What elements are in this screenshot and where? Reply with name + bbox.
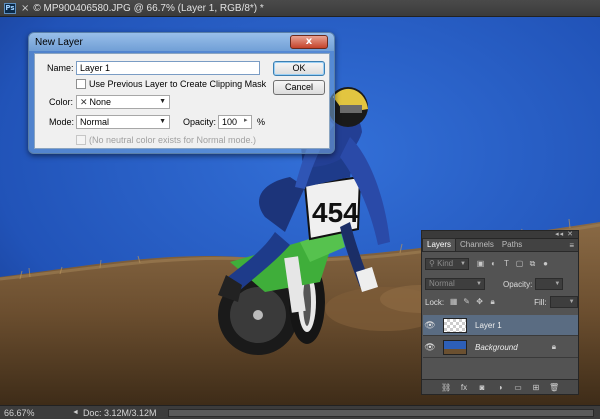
neutral-color-label: (No neutral color exists for Normal mode…	[89, 135, 257, 145]
chevron-down-icon: ▼	[460, 261, 466, 267]
bib-number: 454	[312, 197, 359, 228]
opacity-field[interactable]: ▼	[535, 278, 564, 290]
no-color-swatch-icon: ✕	[80, 97, 88, 107]
blend-row: Normal ▼ Opacity: ▼	[425, 277, 564, 291]
chevron-down-icon: ▼	[159, 98, 166, 105]
photoshop-logo-icon: Ps	[4, 2, 16, 14]
layers-panel: ◂◂ ✕ Layers Channels Paths ≡ ⚲ Kind ▼ ▣ …	[421, 230, 579, 395]
dialog-title: New Layer	[35, 36, 83, 48]
layer-name: Layer 1	[475, 320, 502, 330]
name-label: Name:	[47, 63, 74, 73]
opacity-label: Opacity:	[183, 117, 217, 127]
panel-tabs: Layers Channels Paths ≡	[422, 238, 578, 252]
new-group-icon[interactable]: ▭	[513, 383, 523, 392]
delete-layer-icon[interactable]: 🗑︎	[549, 383, 559, 392]
clipping-mask-label: Use Previous Layer to Create Clipping Ma…	[89, 79, 267, 89]
chevron-down-icon: ▼	[554, 281, 561, 287]
mode-select-value: Normal	[80, 117, 110, 127]
layer-lock-icon: 🔒︎	[551, 342, 556, 351]
filter-search-icon: ⚲	[429, 259, 438, 268]
lock-all-icon[interactable]: 🔒︎	[487, 297, 498, 307]
link-layers-icon[interactable]: ⛓	[441, 383, 451, 392]
filter-adjustment-icon[interactable]: ◐	[488, 259, 499, 269]
document-title: © MP900406580.JPG @ 66.7% (Layer 1, RGB/…	[33, 2, 264, 14]
lock-row: Lock: ▦ ✎ ✥ 🔒︎ Fill: ▼	[425, 295, 578, 309]
document-close-icon[interactable]: ×	[21, 3, 29, 14]
mode-select[interactable]: Normal ▼	[76, 115, 170, 129]
fill-field[interactable]: ▼	[549, 296, 578, 308]
color-select-value: None	[89, 97, 112, 107]
new-layer-dialog: New Layer x Name: Layer 1 Use Previous L…	[28, 32, 335, 154]
layer-filter-row: ⚲ Kind ▼ ▣ ◐ T ▢ ⧉ ●	[425, 257, 551, 271]
filter-kind-value: Kind	[437, 259, 454, 268]
filter-toggle-icon[interactable]: ●	[540, 259, 551, 269]
mode-label: Mode:	[49, 117, 75, 127]
color-label: Color:	[49, 97, 74, 107]
filter-type-icon[interactable]: T	[501, 259, 512, 269]
layer-thumbnail	[443, 317, 467, 333]
blend-mode-select[interactable]: Normal ▼	[425, 278, 485, 290]
visibility-eye-icon[interactable]: 👁︎	[423, 320, 437, 331]
document-info[interactable]: Doc: 3.12M/3.12M	[83, 408, 157, 418]
lock-transparent-icon[interactable]: ▦	[448, 297, 459, 307]
layer-name-input[interactable]: Layer 1	[76, 61, 260, 75]
cancel-button[interactable]: Cancel	[273, 80, 325, 95]
status-menu-arrow-icon[interactable]: ◄	[72, 409, 79, 416]
opacity-unit: %	[257, 117, 266, 127]
opacity-dropdown-icon[interactable]: ▸	[244, 116, 248, 124]
chevron-down-icon: ▼	[159, 118, 166, 125]
layer-name: Background	[475, 342, 518, 352]
panel-collapse-icon[interactable]: ◂◂ ✕	[555, 230, 574, 238]
color-select[interactable]: ✕ None ▼	[76, 95, 170, 109]
photoshop-window: Ps × © MP900406580.JPG @ 66.7% (Layer 1,…	[0, 0, 600, 419]
clipping-mask-checkbox[interactable]	[76, 79, 86, 89]
layer-style-fx-icon[interactable]: fx	[459, 383, 469, 392]
layer-row-layer-1[interactable]: 👁︎ Layer 1	[423, 315, 578, 336]
tab-paths[interactable]: Paths	[498, 239, 526, 251]
lock-image-icon[interactable]: ✎	[461, 297, 472, 307]
new-layer-icon[interactable]: ⊞	[531, 383, 541, 392]
visibility-eye-icon[interactable]: 👁︎	[423, 342, 437, 353]
layer-row-background[interactable]: 👁︎ Background 🔒︎	[423, 337, 578, 358]
lock-label: Lock:	[425, 297, 445, 307]
fill-label: Fill:	[534, 297, 547, 307]
opacity-label: Opacity:	[503, 279, 533, 289]
filter-pixel-icon[interactable]: ▣	[475, 259, 486, 269]
ok-button[interactable]: OK	[273, 61, 325, 76]
tab-layers[interactable]: Layers	[422, 238, 457, 251]
status-bar: 66.67% ◄ Doc: 3.12M/3.12M	[0, 405, 600, 419]
blend-mode-value: Normal	[429, 279, 455, 288]
dialog-titlebar[interactable]: New Layer	[29, 33, 334, 51]
add-mask-icon[interactable]: ◙	[477, 383, 487, 392]
filter-kind-select[interactable]: ⚲ Kind ▼	[425, 258, 469, 270]
panel-menu-icon[interactable]: ≡	[569, 241, 574, 250]
tab-channels[interactable]: Channels	[456, 239, 498, 251]
lock-position-icon[interactable]: ✥	[474, 297, 485, 307]
horizontal-scrollbar[interactable]	[168, 408, 594, 417]
zoom-level[interactable]: 66.67%	[0, 408, 38, 418]
chevron-down-icon: ▼	[476, 281, 482, 287]
layers-panel-footer: ⛓ fx ◙ ◑ ▭ ⊞ 🗑︎	[422, 379, 578, 394]
filter-shape-icon[interactable]: ▢	[514, 259, 525, 269]
layer-thumbnail	[443, 339, 467, 355]
document-tab[interactable]: Ps × © MP900406580.JPG @ 66.7% (Layer 1,…	[0, 0, 600, 17]
dialog-close-button[interactable]: x	[290, 35, 328, 49]
neutral-color-checkbox	[76, 135, 86, 145]
adjustment-layer-icon[interactable]: ◑	[495, 383, 505, 392]
chevron-down-icon: ▼	[568, 299, 575, 305]
dialog-body: Name: Layer 1 Use Previous Layer to Crea…	[34, 53, 330, 149]
filter-smart-object-icon[interactable]: ⧉	[527, 259, 538, 269]
